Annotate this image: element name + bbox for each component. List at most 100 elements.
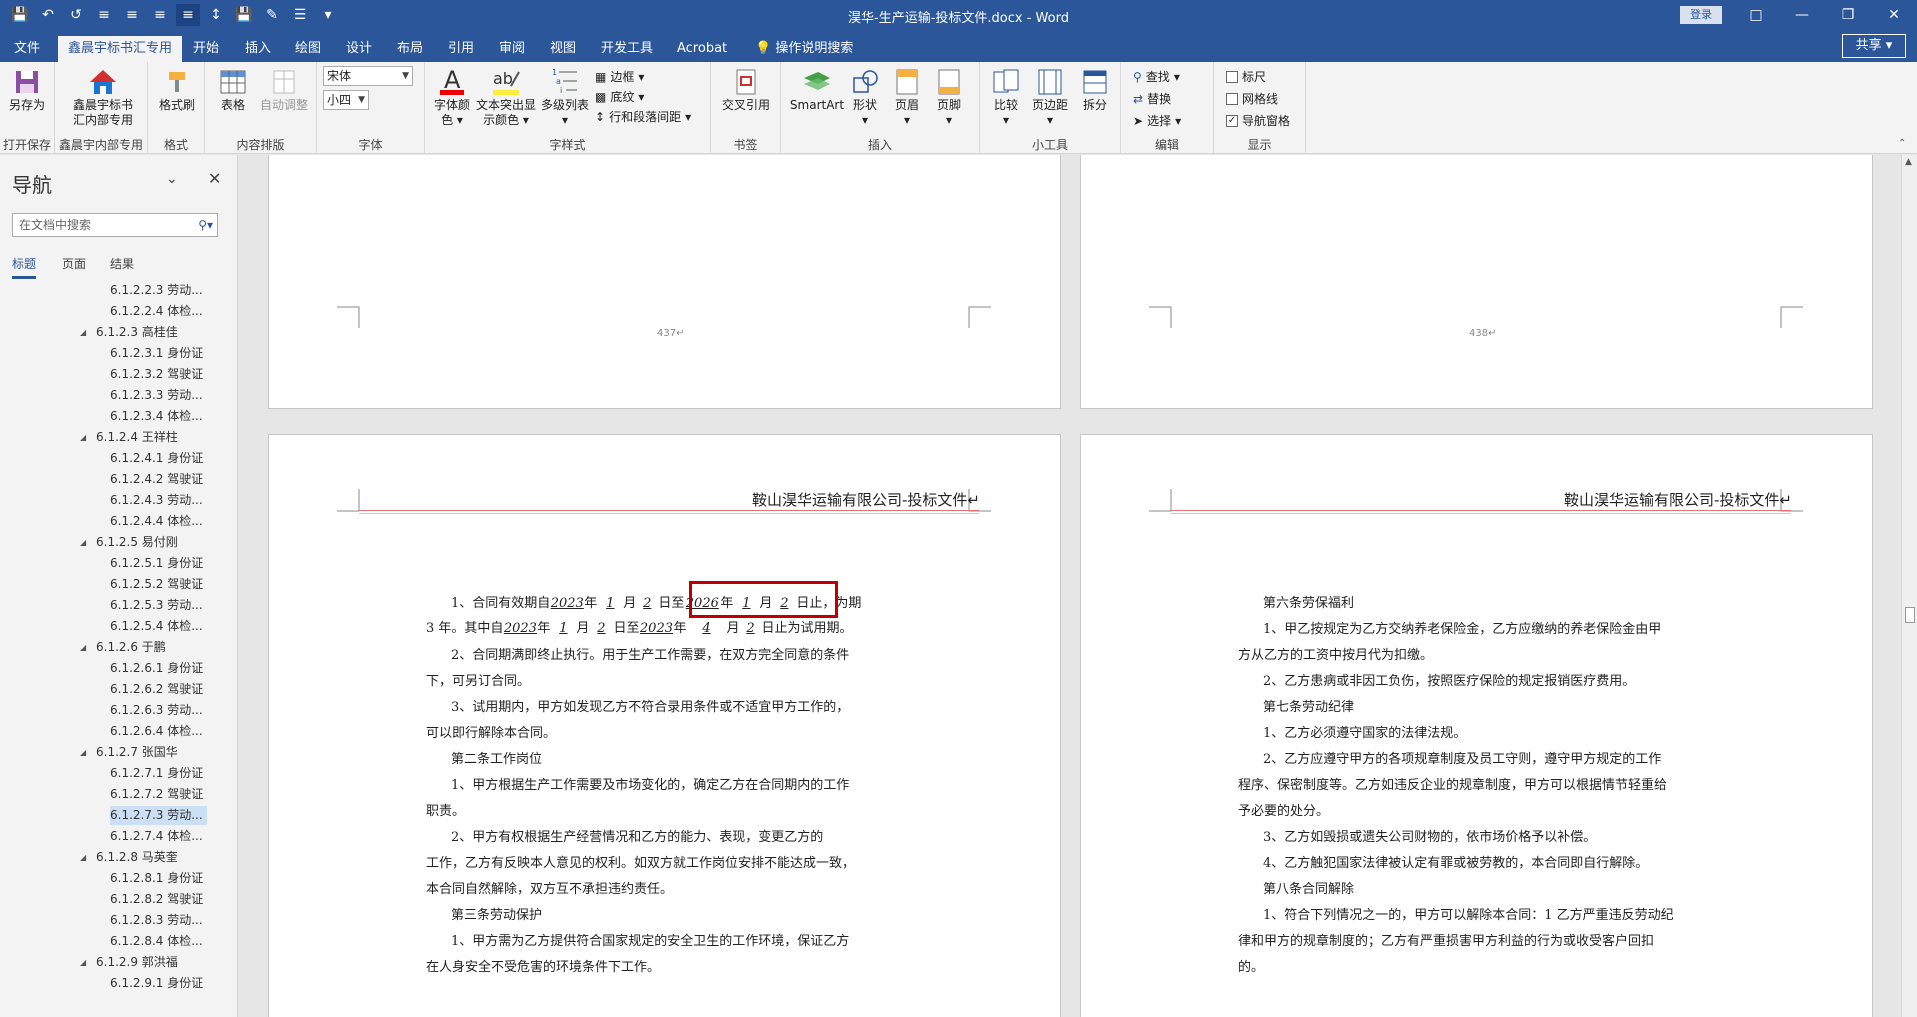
share-button[interactable]: 共享 ▾: [1842, 34, 1906, 58]
nav-heading-item[interactable]: 6.1.2.7.3 劳动...: [110, 806, 207, 825]
tab-xcy[interactable]: 鑫晨宇标书汇专用: [58, 36, 183, 62]
tab-file[interactable]: 文件: [4, 36, 50, 62]
house-icon: [90, 70, 116, 94]
nav-heading-item[interactable]: 6.1.2.8.4 体检...: [110, 932, 207, 951]
nav-heading-item[interactable]: 6.1.2.3.3 劳动...: [110, 386, 207, 405]
tab-references[interactable]: 引用: [438, 36, 484, 62]
nav-heading-item[interactable]: 6.1.2.8.3 劳动...: [110, 911, 207, 930]
maximize-icon[interactable]: ❐: [1825, 0, 1871, 30]
collapse-triangle-icon[interactable]: ◢: [80, 853, 86, 862]
font-size-select[interactable]: 小四 ▼: [323, 90, 369, 110]
highlight-button[interactable]: ab 文本突出显 示颜色 ▾: [475, 66, 537, 128]
split-button[interactable]: 拆分: [1074, 68, 1116, 113]
nav-heading-item[interactable]: 6.1.2.8.1 身份证: [110, 869, 207, 888]
xcy-button[interactable]: 鑫晨宇标书 汇内部专用: [63, 68, 143, 128]
collapse-ribbon-icon[interactable]: ⌃: [1898, 138, 1906, 149]
login-button[interactable]: 登录: [1680, 6, 1722, 24]
search-icon[interactable]: ⚲▾: [198, 214, 213, 236]
cross-reference-button[interactable]: 交叉引用: [717, 68, 775, 113]
close-icon[interactable]: ✕: [1871, 0, 1917, 30]
nav-heading-item[interactable]: 6.1.2.4 王祥柱: [96, 428, 182, 447]
nav-heading-item[interactable]: 6.1.2.4.1 身份证: [110, 449, 207, 468]
scroll-up-icon[interactable]: ▲: [1905, 157, 1912, 167]
nav-heading-item[interactable]: 6.1.2.5 易付刚: [96, 533, 182, 552]
tab-insert[interactable]: 插入: [235, 36, 281, 62]
scroll-thumb[interactable]: [1905, 607, 1915, 623]
smartart-button[interactable]: SmartArt: [789, 68, 845, 113]
nav-heading-item[interactable]: 6.1.2.4.3 劳动...: [110, 491, 207, 510]
margins-button[interactable]: 页边距 ▾: [1028, 68, 1072, 128]
gridlines-checkbox[interactable]: 网格线: [1226, 90, 1278, 107]
collapse-triangle-icon[interactable]: ◢: [80, 328, 86, 337]
tab-draw[interactable]: 绘图: [285, 36, 331, 62]
nav-heading-item[interactable]: 6.1.2.5.2 驾驶证: [110, 575, 207, 594]
nav-heading-item[interactable]: 6.1.2.6.4 体检...: [110, 722, 207, 741]
ribbon-display-options-icon[interactable]: □: [1733, 0, 1779, 30]
tab-layout[interactable]: 布局: [387, 36, 433, 62]
tab-view[interactable]: 视图: [540, 36, 586, 62]
tab-developer[interactable]: 开发工具: [591, 36, 663, 62]
nav-heading-item[interactable]: 6.1.2.5.1 身份证: [110, 554, 207, 573]
nav-heading-item[interactable]: 6.1.2.8 马英奎: [96, 848, 182, 867]
nav-heading-item[interactable]: 6.1.2.6.2 驾驶证: [110, 680, 207, 699]
tell-me-search[interactable]: 💡 操作说明搜索: [745, 36, 863, 62]
nav-search-input[interactable]: 在文档中搜索 ⚲▾: [12, 213, 218, 237]
nav-heading-item[interactable]: 6.1.2.3.4 体检...: [110, 407, 207, 426]
replace-button[interactable]: ⇄ 替换: [1133, 90, 1171, 107]
nav-heading-item[interactable]: 6.1.2.7.2 驾驶证: [110, 785, 207, 804]
tab-design[interactable]: 设计: [336, 36, 382, 62]
nav-heading-item[interactable]: 6.1.2.4.2 驾驶证: [110, 470, 207, 489]
nav-heading-item[interactable]: 6.1.2.8.2 驾驶证: [110, 890, 207, 909]
tab-acrobat[interactable]: Acrobat: [667, 36, 737, 62]
highlight-icon: ab: [493, 69, 520, 95]
chevron-down-icon[interactable]: ⌄: [166, 171, 178, 187]
ruler-checkbox[interactable]: 标尺: [1226, 68, 1266, 85]
nav-heading-item[interactable]: 6.1.2.6.1 身份证: [110, 659, 207, 678]
shape-button[interactable]: 形状 ▾: [847, 68, 883, 128]
collapse-triangle-icon[interactable]: ◢: [80, 643, 86, 652]
nav-heading-item[interactable]: 6.1.2.5.3 劳动...: [110, 596, 207, 615]
collapse-triangle-icon[interactable]: ◢: [80, 538, 86, 547]
border-button[interactable]: ▦ 边框 ▾: [595, 68, 644, 85]
nav-tab-results[interactable]: 结果: [110, 255, 134, 272]
compare-button[interactable]: 比较 ▾: [986, 68, 1026, 128]
collapse-triangle-icon[interactable]: ◢: [80, 433, 86, 442]
nav-heading-item[interactable]: 6.1.2.2.3 劳动...: [110, 281, 207, 300]
nav-tab-pages[interactable]: 页面: [62, 255, 86, 272]
multilevel-list-button[interactable]: 1ai 多级列表 ▾: [539, 66, 591, 128]
nav-heading-item[interactable]: 6.1.2.7.4 体检...: [110, 827, 207, 846]
table-button[interactable]: 表格: [211, 68, 255, 113]
close-icon[interactable]: ✕: [208, 169, 221, 188]
font-name-select[interactable]: 宋体 ▼: [323, 66, 413, 86]
tab-review[interactable]: 审阅: [489, 36, 535, 62]
shading-button[interactable]: ▩ 底纹 ▾: [595, 88, 644, 105]
nav-heading-item[interactable]: 6.1.2.4.4 体检...: [110, 512, 207, 531]
paragraph-spacing-button[interactable]: ↕ 行和段落间距 ▾: [595, 108, 691, 125]
footer-button[interactable]: 页脚 ▾: [929, 68, 969, 128]
nav-heading-item[interactable]: 6.1.2.2.4 体检...: [110, 302, 207, 321]
nav-heading-item[interactable]: 6.1.2.7 张国华: [96, 743, 182, 762]
format-painter-button[interactable]: 格式刷: [154, 68, 200, 113]
select-button[interactable]: ➤ 选择 ▾: [1133, 112, 1181, 129]
vertical-scrollbar[interactable]: ▲: [1901, 155, 1917, 1017]
nav-heading-item[interactable]: 6.1.2.9.1 身份证: [110, 974, 207, 993]
minimize-icon[interactable]: —: [1779, 0, 1825, 30]
collapse-triangle-icon[interactable]: ◢: [80, 958, 86, 967]
collapse-triangle-icon[interactable]: ◢: [80, 748, 86, 757]
nav-heading-item[interactable]: 6.1.2.3 高桂佳: [96, 323, 182, 342]
font-color-button[interactable]: A 字体颜 色 ▾: [431, 66, 473, 128]
nav-heading-item[interactable]: 6.1.2.9 郭洪福: [96, 953, 182, 972]
nav-heading-item[interactable]: 6.1.2.7.1 身份证: [110, 764, 207, 783]
tab-home[interactable]: 开始: [183, 36, 229, 62]
nav-heading-item[interactable]: 6.1.2.5.4 体检...: [110, 617, 207, 636]
nav-heading-item[interactable]: 6.1.2.6 于鹏: [96, 638, 170, 657]
header-button[interactable]: 页眉 ▾: [887, 68, 927, 128]
autofit-button[interactable]: 自动调整: [255, 68, 313, 113]
nav-heading-item[interactable]: 6.1.2.3.1 身份证: [110, 344, 207, 363]
navpane-checkbox[interactable]: ✓ 导航窗格: [1226, 112, 1290, 129]
find-button[interactable]: ⚲ 查找 ▾: [1133, 68, 1180, 85]
save-as-button[interactable]: 另存为: [4, 68, 50, 113]
nav-heading-item[interactable]: 6.1.2.6.3 劳动...: [110, 701, 207, 720]
nav-tab-headings[interactable]: 标题: [12, 255, 37, 279]
nav-heading-item[interactable]: 6.1.2.3.2 驾驶证: [110, 365, 207, 384]
